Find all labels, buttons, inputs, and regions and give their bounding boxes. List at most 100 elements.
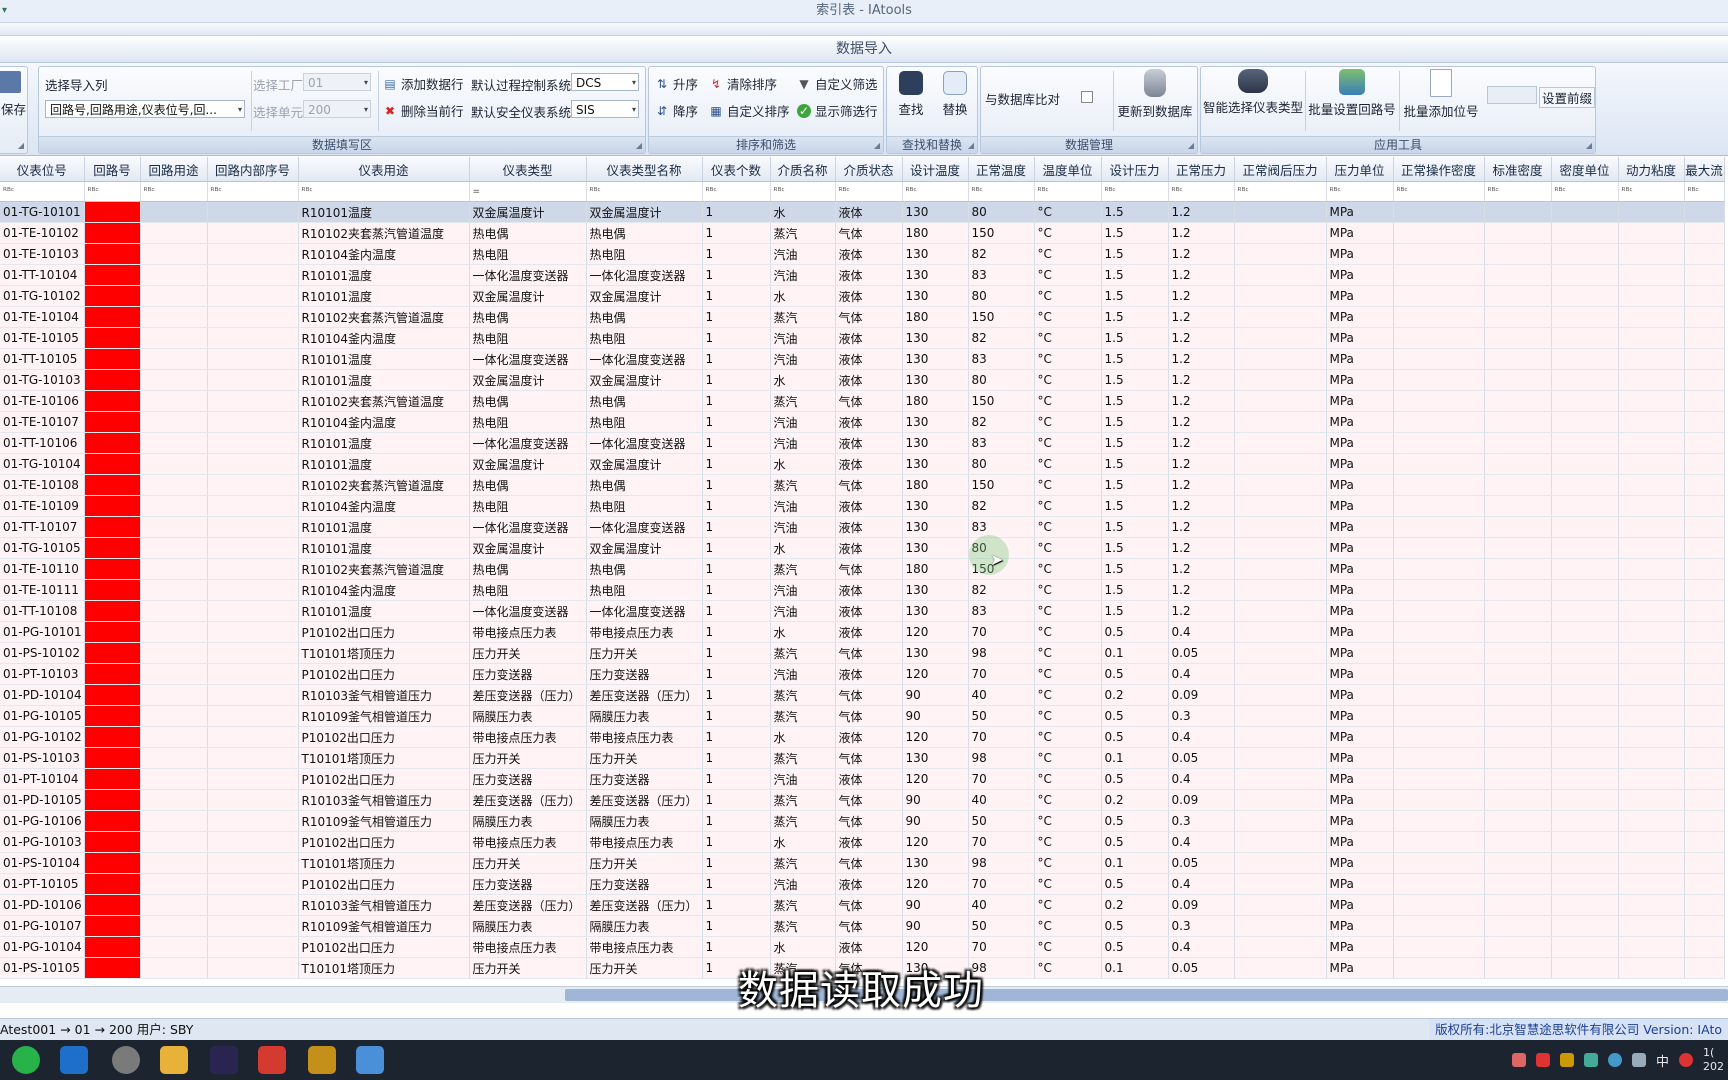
table-cell[interactable]: 蒸汽 — [770, 705, 836, 727]
table-cell[interactable]: 01-PG-10101 — [0, 621, 85, 643]
table-cell[interactable] — [1618, 726, 1685, 748]
table-cell[interactable]: 82 — [968, 495, 1035, 517]
table-cell[interactable]: 0.5 — [1101, 663, 1169, 685]
table-cell[interactable] — [207, 264, 299, 286]
table-cell[interactable]: 1.2 — [1168, 432, 1235, 454]
table-cell[interactable]: 1 — [702, 810, 771, 832]
table-row[interactable]: 01-TT-10104 R10101温度 一体化温度变送器 一体化温度变送器 1 汽油 液体… — [0, 264, 1725, 286]
table-cell[interactable] — [207, 474, 299, 496]
table-cell[interactable] — [1393, 411, 1485, 433]
table-cell[interactable]: 蒸汽 — [770, 747, 836, 769]
table-cell[interactable] — [140, 810, 208, 832]
prefix-input[interactable] — [1487, 86, 1537, 104]
table-cell[interactable]: 1 — [702, 621, 771, 643]
table-cell[interactable]: 82 — [968, 579, 1035, 601]
table-cell[interactable]: MPa — [1326, 516, 1394, 538]
table-cell[interactable]: °C — [1034, 852, 1102, 874]
table-cell[interactable]: 1.5 — [1101, 474, 1169, 496]
table-cell[interactable]: 40 — [968, 684, 1035, 706]
table-cell[interactable]: T10101塔顶压力 — [298, 852, 470, 874]
table-cell[interactable] — [1684, 642, 1725, 664]
table-cell[interactable] — [140, 243, 208, 265]
table-cell[interactable]: 1.2 — [1168, 390, 1235, 412]
table-cell[interactable]: 0.4 — [1168, 621, 1235, 643]
table-cell[interactable] — [1393, 432, 1485, 454]
table-cell[interactable] — [207, 348, 299, 370]
table-cell[interactable]: 热电偶 — [469, 558, 587, 580]
table-cell[interactable]: °C — [1034, 201, 1102, 223]
table-cell[interactable]: MPa — [1326, 474, 1394, 496]
table-cell[interactable] — [1684, 516, 1725, 538]
table-cell[interactable]: 1.5 — [1101, 285, 1169, 307]
table-cell[interactable] — [1484, 285, 1552, 307]
table-cell[interactable]: P10102出口压力 — [298, 873, 470, 895]
table-cell[interactable] — [1618, 558, 1685, 580]
table-cell[interactable]: R10101温度 — [298, 285, 470, 307]
table-cell[interactable] — [1618, 936, 1685, 958]
table-cell[interactable] — [140, 789, 208, 811]
table-cell[interactable] — [1684, 831, 1725, 853]
table-cell[interactable]: 1.5 — [1101, 390, 1169, 412]
table-cell[interactable] — [140, 222, 208, 244]
filter-cell[interactable]: ᴿᴮᶜ — [1234, 181, 1327, 202]
table-cell[interactable]: 水 — [770, 201, 836, 223]
table-cell[interactable]: 0.4 — [1168, 726, 1235, 748]
table-cell[interactable] — [1618, 411, 1685, 433]
iatools-icon[interactable] — [308, 1046, 336, 1074]
group-launcher-icon[interactable]: ◢ — [1586, 141, 1592, 150]
table-cell[interactable] — [1684, 222, 1725, 244]
table-cell[interactable]: 一体化温度变送器 — [469, 264, 587, 286]
table-cell[interactable] — [1618, 957, 1685, 979]
table-cell[interactable] — [1684, 474, 1725, 496]
table-cell[interactable] — [140, 768, 208, 790]
table-cell[interactable]: 1 — [702, 390, 771, 412]
table-cell[interactable] — [1551, 852, 1619, 874]
table-cell[interactable] — [207, 495, 299, 517]
table-cell[interactable]: MPa — [1326, 579, 1394, 601]
table-cell[interactable] — [1684, 558, 1725, 580]
table-cell[interactable]: 热电偶 — [586, 306, 703, 328]
table-cell[interactable]: 01-TE-10102 — [0, 222, 85, 244]
filter-cell[interactable]: ᴿᴮᶜ — [835, 181, 903, 202]
table-cell[interactable]: 双金属温度计 — [469, 285, 587, 307]
table-cell[interactable]: 气体 — [835, 222, 903, 244]
table-cell[interactable]: 液体 — [835, 663, 903, 685]
filter-cell[interactable]: ᴿᴮᶜ — [207, 181, 299, 202]
table-row[interactable]: 01-TT-10106 R10101温度 一体化温度变送器 一体化温度变送器 1 汽油 液体… — [0, 432, 1725, 454]
table-cell[interactable]: 热电偶 — [586, 390, 703, 412]
table-cell[interactable]: 0.09 — [1168, 789, 1235, 811]
table-cell[interactable] — [1234, 747, 1327, 769]
filter-cell[interactable]: ᴿᴮᶜ — [1326, 181, 1394, 202]
table-cell[interactable]: R10101温度 — [298, 369, 470, 391]
table-cell[interactable] — [1551, 348, 1619, 370]
table-cell[interactable] — [84, 684, 141, 706]
table-cell[interactable]: 1 — [702, 285, 771, 307]
table-cell[interactable]: 1 — [702, 747, 771, 769]
table-cell[interactable] — [207, 873, 299, 895]
table-cell[interactable]: MPa — [1326, 264, 1394, 286]
filter-cell[interactable]: ᴿᴮᶜ — [1393, 181, 1485, 202]
table-cell[interactable]: 0.5 — [1101, 873, 1169, 895]
table-cell[interactable] — [1393, 600, 1485, 622]
table-cell[interactable]: 1 — [702, 915, 771, 937]
table-cell[interactable] — [1234, 684, 1327, 706]
clear-sort-button[interactable]: ↯ 清除排序 — [709, 74, 777, 93]
table-cell[interactable]: 130 — [902, 264, 969, 286]
table-cell[interactable]: 差压变送器（压力） — [469, 684, 587, 706]
table-cell[interactable] — [207, 243, 299, 265]
column-header[interactable]: 标准密度 — [1484, 157, 1552, 182]
table-cell[interactable]: °C — [1034, 642, 1102, 664]
table-cell[interactable] — [207, 432, 299, 454]
table-cell[interactable] — [207, 306, 299, 328]
table-cell[interactable]: 1.5 — [1101, 264, 1169, 286]
table-cell[interactable]: MPa — [1326, 747, 1394, 769]
table-cell[interactable]: 1.5 — [1101, 579, 1169, 601]
table-cell[interactable] — [1393, 453, 1485, 475]
table-cell[interactable]: MPa — [1326, 390, 1394, 412]
table-cell[interactable] — [1551, 726, 1619, 748]
table-cell[interactable]: °C — [1034, 747, 1102, 769]
table-cell[interactable] — [84, 537, 141, 559]
table-cell[interactable]: 隔膜压力表 — [469, 810, 587, 832]
find-button[interactable]: 查找 — [893, 71, 929, 118]
table-cell[interactable]: 70 — [968, 873, 1035, 895]
